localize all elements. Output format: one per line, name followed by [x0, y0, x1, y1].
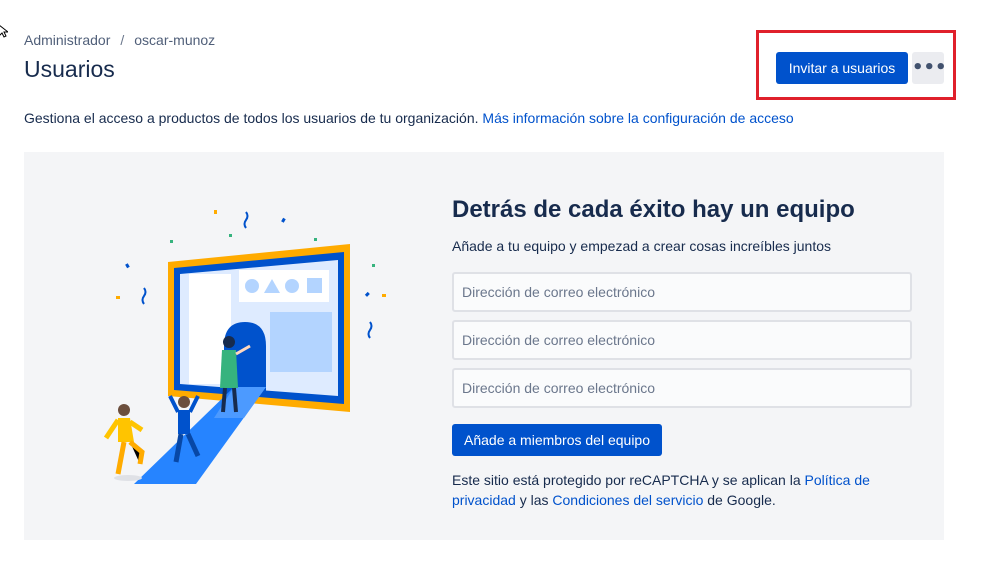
breadcrumb: Administrador / oscar-munoz [24, 32, 215, 48]
page-description: Gestiona el acceso a productos de todos … [24, 110, 794, 126]
invite-panel-title: Detrás de cada éxito hay un equipo [452, 196, 855, 223]
legal-text-2: y las [519, 492, 549, 508]
more-actions-button[interactable]: ••• [912, 52, 947, 84]
access-settings-link[interactable]: Más información sobre la configuración d… [482, 110, 793, 126]
email-field-3[interactable] [452, 368, 912, 408]
description-text: Gestiona el acceso a productos de todos … [24, 110, 479, 126]
terms-of-service-link[interactable]: Condiciones del servicio [552, 492, 703, 508]
email-field-2[interactable] [452, 320, 912, 360]
mouse-cursor-icon [0, 25, 8, 38]
legal-text-1: Este sitio está protegido por reCAPTCHA … [452, 472, 801, 488]
breadcrumb-item-organization[interactable]: oscar-munoz [134, 32, 215, 48]
invite-team-panel: Detrás de cada éxito hay un equipo Añade… [24, 152, 944, 540]
breadcrumb-separator: / [120, 32, 125, 48]
breadcrumb-item-administrador[interactable]: Administrador [24, 32, 110, 48]
team-illustration [103, 210, 386, 484]
page-title: Usuarios [24, 56, 115, 82]
more-horizontal-icon: ••• [912, 57, 947, 78]
legal-text-3: de Google. [707, 492, 776, 508]
person-climbing [103, 404, 145, 481]
recaptcha-notice: Este sitio está protegido por reCAPTCHA … [452, 470, 872, 510]
invite-panel-subtitle: Añade a tu equipo y empezad a crear cosa… [452, 238, 832, 254]
invite-users-button[interactable]: Invitar a usuarios [776, 52, 908, 84]
add-team-members-button[interactable]: Añade a miembros del equipo [452, 424, 663, 456]
email-field-1[interactable] [452, 272, 912, 312]
invite-form: Detrás de cada éxito hay un equipo Añade… [452, 196, 912, 510]
